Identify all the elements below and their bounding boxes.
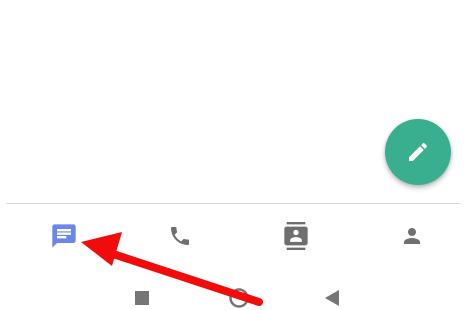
recents-button[interactable] [135,291,149,305]
compose-fab-button[interactable] [385,119,451,185]
home-button[interactable] [228,287,250,309]
message-icon [52,224,76,248]
square-icon [135,291,149,305]
circle-icon [229,288,249,308]
back-triangle-icon [325,290,339,306]
contacts-icon [284,222,308,250]
tab-calls[interactable] [165,221,195,251]
person-icon [404,228,420,244]
tab-messages[interactable] [49,221,79,251]
system-navigation-bar [0,268,467,310]
tab-contacts[interactable] [281,221,311,251]
tab-profile[interactable] [397,221,427,251]
back-button[interactable] [324,290,340,306]
bottom-navigation-bar [0,204,467,268]
pencil-icon [409,142,428,161]
phone-icon [171,227,189,245]
